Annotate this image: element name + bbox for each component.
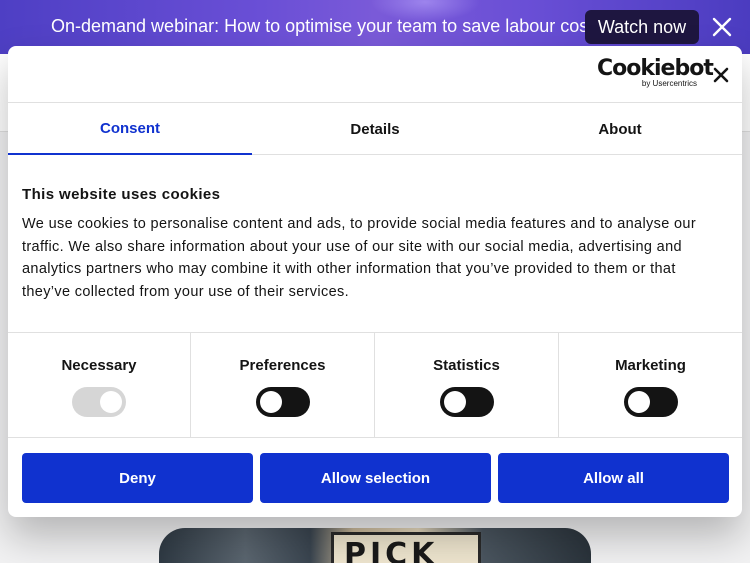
category-preferences: Preferences	[191, 333, 375, 438]
category-label: Statistics	[433, 357, 500, 374]
category-label: Preferences	[239, 357, 326, 374]
watch-now-button[interactable]: Watch now	[585, 10, 699, 44]
category-marketing: Marketing	[559, 333, 742, 438]
preferences-toggle[interactable]	[256, 387, 310, 417]
tab-about[interactable]: About	[498, 103, 742, 155]
necessary-toggle	[72, 387, 126, 417]
banner-text: On-demand webinar: How to optimise your …	[51, 16, 603, 36]
logo-wordmark: Cookiebot	[597, 56, 714, 81]
dialog-tabs: Consent Details About	[8, 103, 742, 155]
category-label: Marketing	[615, 357, 686, 374]
close-icon[interactable]	[710, 15, 734, 39]
toggle-knob	[628, 391, 650, 413]
cookiebot-logo: Cookiebot by Usercentrics	[597, 56, 714, 92]
marketing-toggle[interactable]	[624, 387, 678, 417]
tab-consent[interactable]: Consent	[8, 103, 252, 155]
toggle-knob	[260, 391, 282, 413]
toggle-knob	[444, 391, 466, 413]
category-necessary: Necessary	[8, 333, 191, 438]
hero-image-sign: PICK UP	[331, 532, 481, 563]
dialog-title: This website uses cookies	[22, 186, 221, 203]
toggle-knob	[100, 391, 122, 413]
hero-image: PICK UP	[159, 528, 591, 563]
deny-button[interactable]: Deny	[22, 453, 253, 503]
category-statistics: Statistics	[375, 333, 559, 438]
statistics-toggle[interactable]	[440, 387, 494, 417]
tab-details[interactable]: Details	[253, 103, 497, 155]
logo-byline: by Usercentrics	[641, 79, 697, 88]
close-icon[interactable]	[711, 65, 731, 85]
consent-categories: Necessary Preferences Statistics Marketi…	[8, 332, 742, 438]
cookie-consent-dialog: Cookiebot by Usercentrics Consent Detail…	[8, 46, 742, 517]
allow-selection-button[interactable]: Allow selection	[260, 453, 491, 503]
allow-all-button[interactable]: Allow all	[498, 453, 729, 503]
dialog-description: We use cookies to personalise content an…	[22, 216, 697, 300]
category-label: Necessary	[61, 357, 137, 374]
dialog-header: Cookiebot by Usercentrics	[8, 46, 742, 103]
